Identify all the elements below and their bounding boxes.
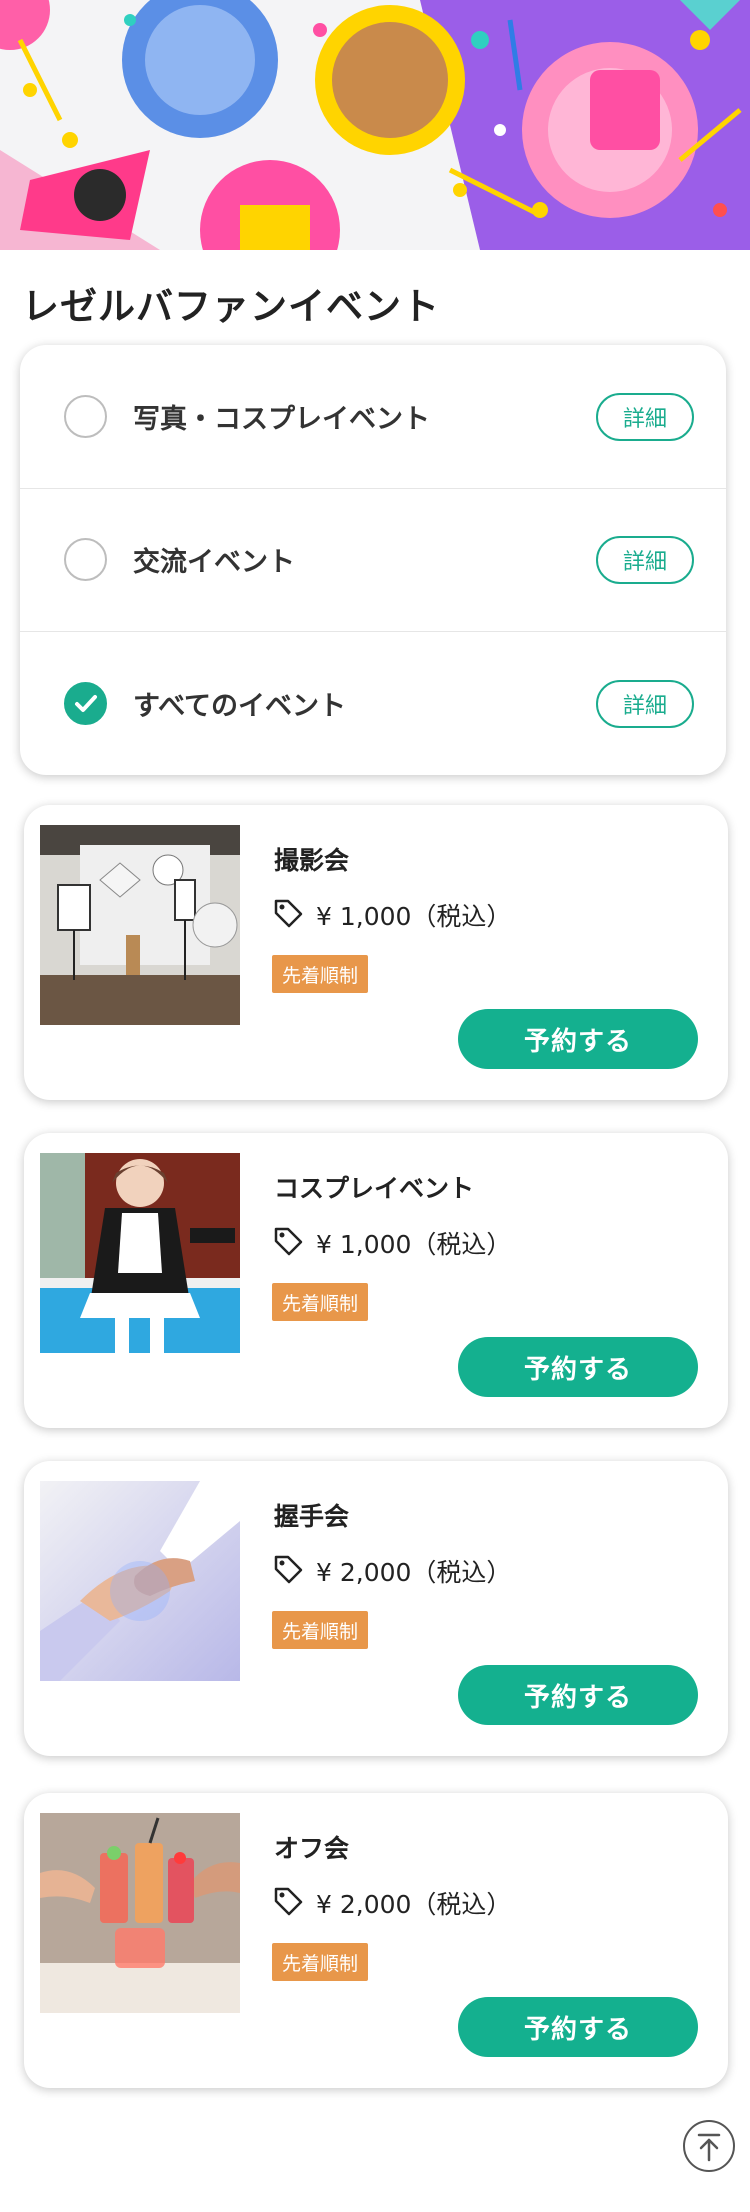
event-thumbnail-photo-studio <box>40 825 240 1025</box>
event-name: 撮影会 <box>274 846 350 875</box>
event-thumbnail-handshake <box>40 1481 240 1681</box>
event-price: ¥ 2,000（税込） <box>316 1558 512 1587</box>
radio-unchecked-icon[interactable] <box>64 395 107 438</box>
tag-icon <box>274 1227 303 1256</box>
event-card: オフ会 ¥ 2,000（税込） 先着順制 予約する <box>24 1793 728 2088</box>
tag-icon <box>274 1555 303 1584</box>
back-to-top-button[interactable] <box>683 2120 735 2172</box>
event-price: ¥ 1,000（税込） <box>316 1230 512 1259</box>
tag-icon <box>274 899 303 928</box>
event-card: 撮影会 ¥ 1,000（税込） 先着順制 予約する <box>24 805 728 1100</box>
filter-label: 交流イベント <box>133 547 295 578</box>
event-price: ¥ 2,000（税込） <box>316 1890 512 1919</box>
filter-option-photo-cosplay[interactable]: 写真・コスプレイベント 詳細 <box>20 345 726 489</box>
category-filter-card: 写真・コスプレイベント 詳細 交流イベント 詳細 すべてのイベント 詳細 <box>20 345 726 775</box>
event-thumbnail-drinks-toast <box>40 1813 240 2013</box>
first-come-badge: 先着順制 <box>272 1611 369 1649</box>
event-name: オフ会 <box>274 1834 350 1863</box>
event-name: コスプレイベント <box>274 1174 475 1203</box>
reserve-button[interactable]: 予約する <box>458 1665 698 1725</box>
radio-unchecked-icon[interactable] <box>64 538 107 581</box>
event-price: ¥ 1,000（税込） <box>316 902 512 931</box>
arrow-up-icon <box>697 2133 721 2162</box>
filter-label: 写真・コスプレイベント <box>133 404 430 435</box>
first-come-badge: 先着順制 <box>272 955 369 993</box>
first-come-badge: 先着順制 <box>272 1283 369 1321</box>
tag-icon <box>274 1887 303 1916</box>
filter-label: すべてのイベント <box>133 691 347 722</box>
check-icon[interactable] <box>64 682 107 725</box>
event-card: コスプレイベント ¥ 1,000（税込） 先着順制 予約する <box>24 1133 728 1428</box>
first-come-badge: 先着順制 <box>272 1943 369 1981</box>
detail-button[interactable]: 詳細 <box>596 535 694 584</box>
hero-banner-image <box>0 0 750 250</box>
filter-option-exchange[interactable]: 交流イベント 詳細 <box>20 488 726 632</box>
detail-button[interactable]: 詳細 <box>596 392 694 441</box>
detail-button[interactable]: 詳細 <box>596 679 694 728</box>
reserve-button[interactable]: 予約する <box>458 1009 698 1069</box>
reserve-button[interactable]: 予約する <box>458 1997 698 2057</box>
reserve-button[interactable]: 予約する <box>458 1337 698 1397</box>
event-thumbnail-maid-cosplay <box>40 1153 240 1353</box>
page-title: レゼルバファンイベント <box>22 285 440 328</box>
filter-option-all[interactable]: すべてのイベント 詳細 <box>20 632 726 775</box>
event-name: 握手会 <box>274 1502 350 1531</box>
event-card: 握手会 ¥ 2,000（税込） 先着順制 予約する <box>24 1461 728 1756</box>
